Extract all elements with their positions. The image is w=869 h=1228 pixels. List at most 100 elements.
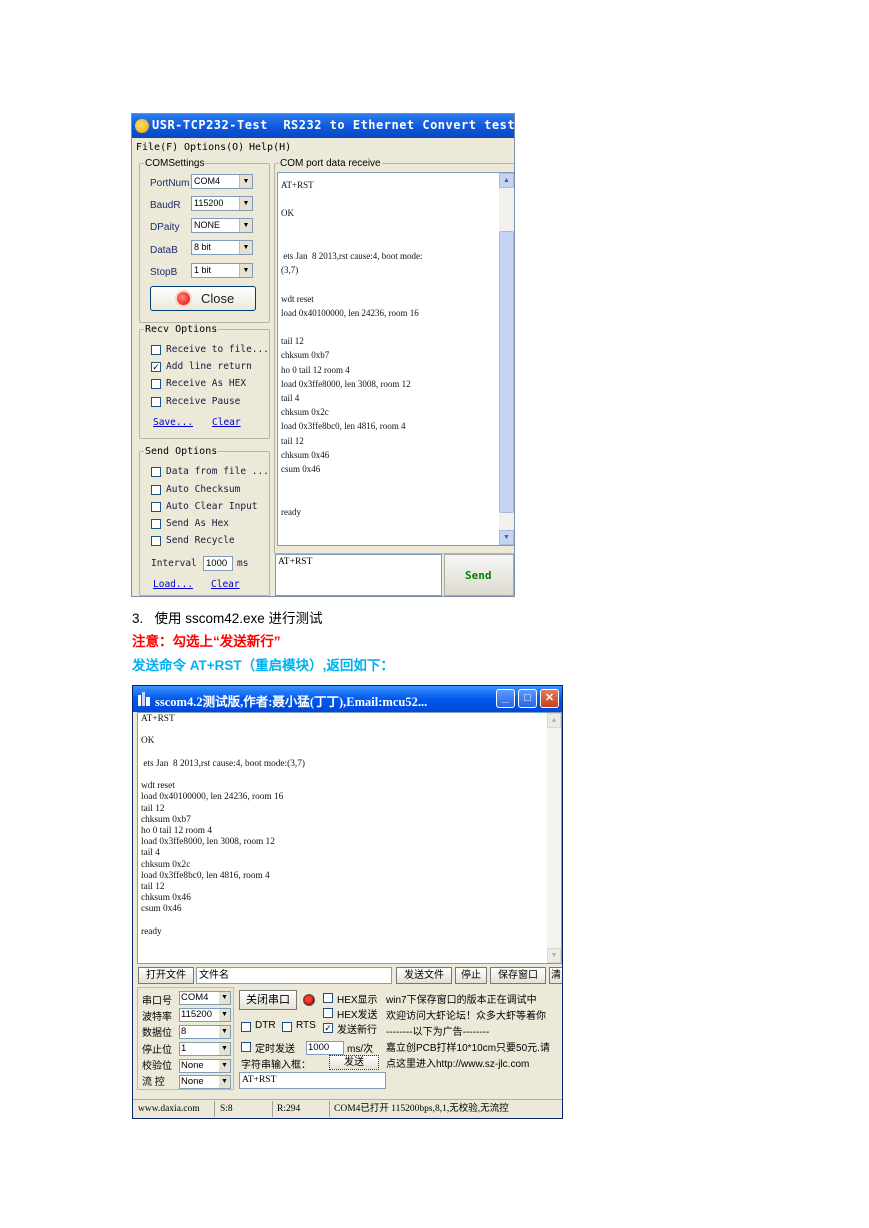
recv-clear-link[interactable]: Clear bbox=[212, 417, 241, 428]
add-line-return-checkbox[interactable]: ✓ bbox=[151, 362, 161, 372]
timed-interval-input[interactable]: 1000 bbox=[306, 1041, 344, 1055]
hex-send-checkbox[interactable] bbox=[323, 1008, 333, 1018]
scroll-down-icon[interactable]: ▼ bbox=[547, 948, 561, 963]
databits-select[interactable]: 8 bit ▼ bbox=[191, 240, 253, 255]
receive-as-hex-checkbox[interactable] bbox=[151, 379, 161, 389]
scroll-up-icon[interactable]: ▲ bbox=[499, 173, 514, 188]
port-label: 串口号 bbox=[142, 996, 172, 1007]
open-file-button[interactable]: 打开文件 bbox=[138, 967, 194, 984]
receive-line: csum 0x46 bbox=[141, 904, 182, 915]
timed-interval-value: 1000 bbox=[308, 1042, 330, 1053]
send-options-legend: Send Options bbox=[145, 446, 218, 457]
rts-checkbox[interactable] bbox=[282, 1022, 292, 1032]
data-from-file-checkbox[interactable] bbox=[151, 467, 161, 477]
chevron-down-icon: ▼ bbox=[219, 1026, 230, 1038]
receive-scrollbar[interactable]: ▲ ▼ bbox=[499, 173, 514, 545]
receive-line: load 0x40100000, len 24236, room 16 bbox=[141, 792, 284, 803]
parity-select[interactable]: NONE ▼ bbox=[191, 218, 253, 233]
minimize-icon[interactable]: _ bbox=[496, 689, 515, 708]
send-recycle-label: Send Recycle bbox=[166, 535, 235, 546]
receive-line: OK bbox=[141, 736, 155, 747]
data-from-file-label: Data from file ... bbox=[166, 466, 269, 477]
ad-panel[interactable]: win7下保存窗口的版本正在调试中 欢迎访问大虾论坛！众多大虾等着你 -----… bbox=[384, 989, 562, 1073]
input-label: 字符串输入框： bbox=[241, 1060, 311, 1071]
flow-select[interactable]: None ▼ bbox=[179, 1075, 231, 1089]
receive-line: tail 12 bbox=[281, 336, 304, 347]
chevron-down-icon: ▼ bbox=[219, 1043, 230, 1055]
receive-line: wdt reset bbox=[281, 293, 314, 304]
scroll-down-icon[interactable]: ▼ bbox=[499, 530, 514, 545]
send-recycle-checkbox[interactable] bbox=[151, 536, 161, 546]
auto-clear-input-checkbox[interactable] bbox=[151, 502, 161, 512]
receive-line: csum 0x46 bbox=[281, 464, 321, 474]
dtr-checkbox[interactable] bbox=[241, 1022, 251, 1032]
maximize-icon[interactable]: □ bbox=[518, 689, 537, 708]
databits-select[interactable]: 8 ▼ bbox=[179, 1025, 231, 1039]
parity-value: None bbox=[181, 1060, 204, 1071]
menu-file[interactable]: File(F) bbox=[136, 142, 178, 153]
receive-to-file-checkbox[interactable] bbox=[151, 345, 161, 355]
send-button[interactable]: Send bbox=[444, 554, 514, 596]
chevron-down-icon: ▼ bbox=[219, 1060, 230, 1072]
receive-pause-checkbox[interactable] bbox=[151, 397, 161, 407]
send-input[interactable]: AT+RST bbox=[275, 554, 442, 596]
receive-line: tail 12 bbox=[141, 882, 165, 892]
clear-button[interactable]: 清 bbox=[549, 967, 562, 984]
receive-scrollbar[interactable]: ▲ ▼ bbox=[547, 713, 561, 963]
send-load-link[interactable]: Load... bbox=[153, 579, 193, 590]
ad-line: --------以下为广告-------- bbox=[386, 1027, 490, 1038]
window-title: USR-TCP232-Test RS232 to Ethernet Conver… bbox=[152, 118, 515, 132]
stop-button[interactable]: 停止 bbox=[455, 967, 487, 984]
port-select[interactable]: COM4 ▼ bbox=[179, 991, 231, 1005]
scroll-up-icon[interactable]: ▲ bbox=[547, 713, 561, 728]
chevron-down-icon: ▼ bbox=[239, 175, 252, 188]
send-as-hex-checkbox[interactable] bbox=[151, 519, 161, 529]
app-building-icon bbox=[138, 692, 150, 706]
flow-label: 流 控 bbox=[142, 1077, 165, 1088]
status-led-icon bbox=[303, 994, 315, 1006]
filename-input[interactable]: 文件名 bbox=[196, 967, 392, 984]
receive-line: tail 4 bbox=[281, 393, 300, 403]
close-port-button[interactable]: 关闭串口 bbox=[239, 990, 297, 1010]
receive-textarea[interactable]: AT+RST OK ets Jan 8 2013,rst cause:4, boo… bbox=[277, 172, 514, 546]
send-button[interactable]: 发送 bbox=[329, 1055, 379, 1070]
close-port-button[interactable]: Close bbox=[150, 286, 256, 311]
send-file-button[interactable]: 发送文件 bbox=[396, 967, 452, 984]
status-bar: www.daxia.com S:8 R:294 COM4已打开 115200bp… bbox=[133, 1099, 562, 1118]
app-smiley-icon bbox=[135, 119, 149, 133]
baud-select[interactable]: 115200 ▼ bbox=[191, 196, 253, 211]
baud-value: 115200 bbox=[194, 198, 224, 208]
rts-label: RTS bbox=[296, 1020, 316, 1031]
status-website[interactable]: www.daxia.com bbox=[135, 1101, 215, 1117]
receive-line: ready bbox=[141, 926, 162, 937]
interval-input[interactable]: 1000 bbox=[203, 556, 233, 571]
hex-display-label: HEX显示 bbox=[337, 995, 378, 1006]
recv-save-link[interactable]: Save... bbox=[153, 417, 193, 428]
add-line-return-label: Add line return bbox=[166, 361, 252, 372]
receive-line: tail 12 bbox=[141, 803, 165, 814]
hex-display-checkbox[interactable] bbox=[323, 993, 333, 1003]
auto-checksum-checkbox[interactable] bbox=[151, 485, 161, 495]
stopbits-label: StopB bbox=[150, 267, 178, 278]
menu-options[interactable]: Options(O) bbox=[184, 142, 244, 153]
send-newline-checkbox[interactable]: ✓ bbox=[323, 1023, 333, 1033]
timed-send-checkbox[interactable] bbox=[241, 1042, 251, 1052]
portnum-select[interactable]: COM4 ▼ bbox=[191, 174, 253, 189]
stopbits-value: 1 bbox=[181, 1043, 187, 1054]
send-clear-link[interactable]: Clear bbox=[211, 579, 240, 590]
receive-textarea[interactable]: AT+RST OK ets Jan 8 2013,rst cause:4, boo… bbox=[137, 712, 562, 964]
chevron-down-icon: ▼ bbox=[219, 992, 230, 1004]
string-input[interactable]: AT+RST bbox=[239, 1072, 386, 1089]
parity-select[interactable]: None ▼ bbox=[179, 1059, 231, 1073]
recv-options-legend: Recv Options bbox=[145, 324, 218, 335]
window-titlebar[interactable]: USR-TCP232-Test RS232 to Ethernet Conver… bbox=[132, 114, 514, 138]
scroll-thumb[interactable] bbox=[499, 231, 514, 513]
menu-help[interactable]: Help(H) bbox=[249, 142, 291, 153]
window-titlebar[interactable]: sscom4.2测试版,作者:聂小猛(丁丁),Email:mcu52... _ … bbox=[133, 686, 562, 712]
save-window-button[interactable]: 保存窗口 bbox=[490, 967, 546, 984]
baud-select[interactable]: 115200 ▼ bbox=[179, 1008, 231, 1022]
stopbits-select[interactable]: 1 bit ▼ bbox=[191, 263, 253, 278]
close-icon[interactable]: ✕ bbox=[540, 689, 559, 708]
stopbits-select[interactable]: 1 ▼ bbox=[179, 1042, 231, 1056]
interval-unit: ms bbox=[237, 558, 249, 569]
